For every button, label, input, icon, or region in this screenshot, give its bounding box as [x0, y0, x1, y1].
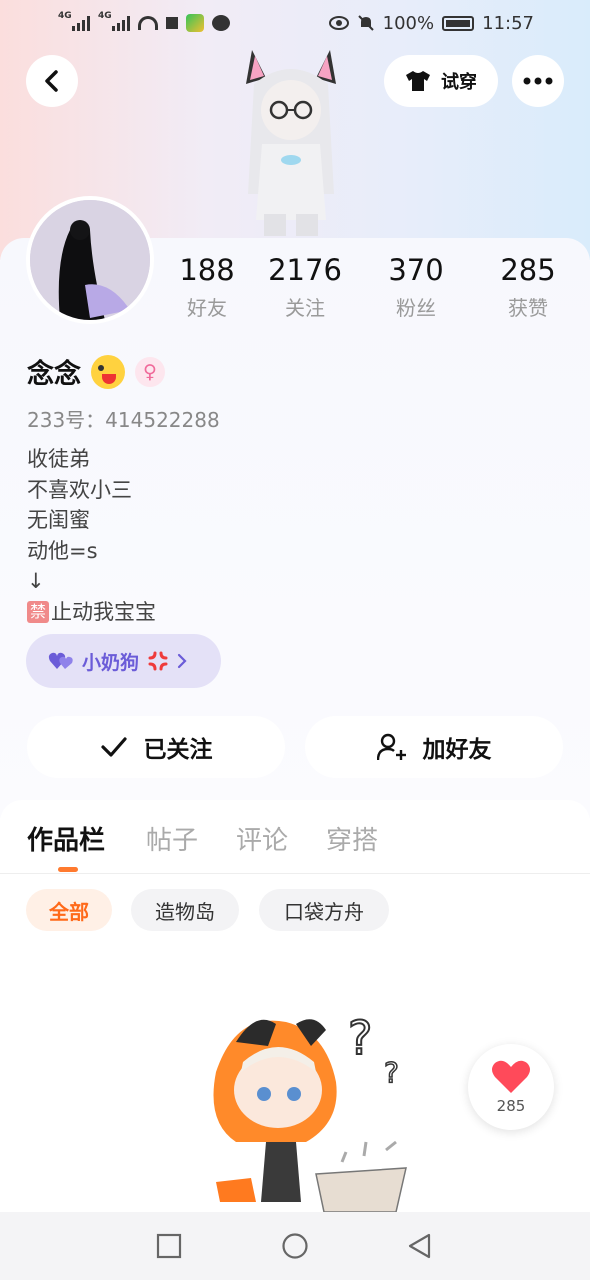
- like-float-button[interactable]: 285: [468, 1044, 554, 1130]
- back-triangle-icon[interactable]: [406, 1232, 434, 1260]
- user-id[interactable]: 233号：414522288: [27, 404, 220, 433]
- status-left: 4G 4G: [58, 11, 230, 32]
- bio: 收徒弟 不喜欢小三 无闺蜜 动他=s ↓ 禁 止动我宝宝: [27, 444, 156, 627]
- stat-likes[interactable]: 285 获赞: [478, 252, 578, 321]
- character-3d-avatar[interactable]: [236, 44, 346, 240]
- winking-tongue-emoji-icon: [91, 354, 125, 389]
- more-dots-icon: [523, 77, 553, 85]
- signal-icon: 4G: [58, 11, 90, 31]
- relationship-tag[interactable]: 小奶狗: [26, 634, 221, 688]
- tab-posts[interactable]: 帖子: [146, 820, 198, 857]
- bio-line: 无闺蜜: [27, 508, 90, 532]
- nickname-row: 念念 ♀: [27, 352, 165, 391]
- tab-comments[interactable]: 评论: [236, 820, 288, 857]
- like-count: 285: [496, 1097, 526, 1115]
- stat-fans-value: 370: [388, 253, 444, 287]
- status-bar: 4G 4G 100% 11:57: [0, 0, 590, 46]
- network-type-2: 4G: [98, 11, 112, 21]
- empty-state-illustration: ? ?: [213, 1010, 407, 1212]
- tab-outfits[interactable]: 穿搭: [326, 820, 378, 857]
- stat-friends-label: 好友: [187, 296, 227, 320]
- eye-icon: [328, 16, 349, 30]
- chevron-left-icon: [45, 70, 58, 92]
- app-notification-icon: [186, 14, 204, 32]
- stat-likes-label: 获赞: [508, 296, 548, 320]
- stat-likes-value: 285: [500, 253, 556, 287]
- back-button[interactable]: [26, 55, 78, 107]
- system-navigation-bar: [0, 1212, 590, 1280]
- stat-following[interactable]: 2176 关注: [255, 252, 355, 321]
- battery-icon: [442, 15, 475, 31]
- stat-fans-label: 粉丝: [396, 296, 436, 320]
- tab-works[interactable]: 作品栏: [27, 820, 105, 857]
- shirt-icon: [406, 71, 430, 91]
- add-friend-label: 加好友: [422, 737, 492, 763]
- network-type-1: 4G: [58, 11, 72, 21]
- anger-symbol-icon: [148, 651, 168, 671]
- content-tabs: 作品栏 帖子 评论 穿搭: [0, 800, 590, 874]
- message-bubble-icon: [212, 15, 230, 31]
- active-tab-indicator: [58, 867, 78, 872]
- signal-icon: 4G: [98, 11, 130, 31]
- bio-line: 收徒弟: [27, 447, 90, 471]
- mute-bell-icon: [357, 15, 374, 31]
- following-button[interactable]: 已关注: [27, 716, 285, 778]
- filter-all[interactable]: 全部: [26, 889, 112, 931]
- try-on-label: 试穿: [441, 72, 477, 93]
- home-icon[interactable]: [281, 1232, 309, 1260]
- status-time: 11:57: [482, 12, 534, 34]
- profile-avatar[interactable]: [26, 196, 154, 324]
- bio-line: 禁 止动我宝宝: [27, 597, 156, 628]
- recent-apps-icon[interactable]: [155, 1232, 183, 1260]
- stat-following-label: 关注: [285, 296, 325, 320]
- checkmark-icon: [100, 737, 127, 757]
- bio-line-text: 止动我宝宝: [51, 599, 156, 624]
- svg-text:?: ?: [384, 1056, 399, 1089]
- chevron-right-icon: [177, 653, 187, 669]
- add-friend-button[interactable]: 加好友: [305, 716, 563, 778]
- filter-creation-island[interactable]: 造物岛: [131, 889, 239, 931]
- double-heart-icon: [48, 652, 73, 669]
- stat-following-value: 2176: [268, 253, 342, 287]
- bio-line: 动他=s: [27, 538, 98, 563]
- status-right: 100% 11:57: [328, 12, 534, 34]
- avatar-illustration: [30, 200, 150, 320]
- filter-pocket-ark[interactable]: 口袋方舟: [259, 889, 389, 931]
- female-gender-icon: ♀: [135, 356, 165, 387]
- notification-square-icon: [166, 17, 178, 29]
- avatar-image: [30, 200, 150, 320]
- nickname: 念念: [27, 359, 81, 390]
- heart-icon: [492, 1060, 530, 1093]
- add-user-icon: [376, 733, 406, 761]
- following-label: 已关注: [143, 737, 213, 763]
- stat-friends[interactable]: 188 好友: [157, 252, 257, 321]
- bio-line: ↓: [27, 569, 45, 593]
- battery-percent: 100%: [382, 12, 435, 34]
- try-on-button[interactable]: 试穿: [384, 55, 498, 107]
- more-options-button[interactable]: [512, 55, 564, 107]
- relationship-tag-label: 小奶狗: [82, 651, 140, 674]
- stat-friends-value: 188: [179, 253, 235, 287]
- bio-line: 不喜欢小三: [27, 477, 132, 502]
- wifi-icon: [138, 16, 158, 30]
- prohibited-emoji-icon: 禁: [27, 600, 49, 623]
- svg-text:?: ?: [348, 1011, 372, 1065]
- stat-fans[interactable]: 370 粉丝: [366, 252, 466, 321]
